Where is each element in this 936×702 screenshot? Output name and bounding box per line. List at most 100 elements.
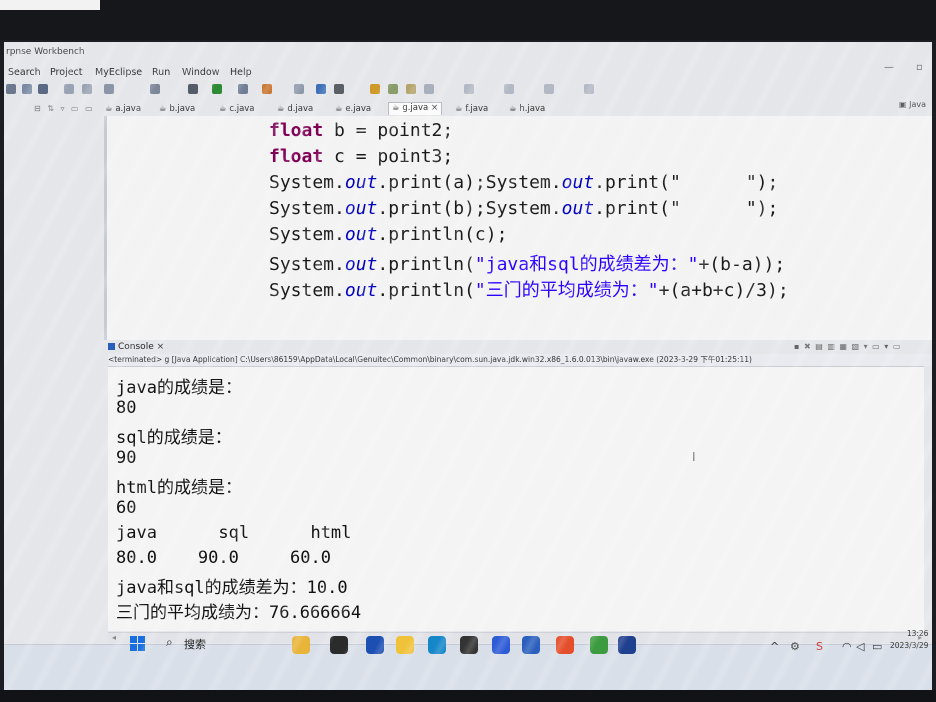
chevron-up-icon[interactable]: ^	[770, 640, 779, 653]
clock-time: 13:26	[906, 629, 929, 638]
taskbar-camera-icon[interactable]	[330, 636, 348, 654]
tray-app-icon[interactable]: ⚙	[790, 640, 800, 653]
text-cursor-icon: I	[692, 450, 696, 464]
code-line: System.out.println("java和sql的成绩差为："+(b-a…	[269, 250, 785, 276]
window-title: rpnse Workbench	[6, 47, 85, 57]
tool-icon[interactable]	[406, 84, 416, 94]
tab-c-java[interactable]: ☕ c.java	[216, 104, 258, 116]
tab-label: c.java	[229, 104, 255, 114]
tool-icon[interactable]	[316, 84, 326, 94]
taskbar-word-icon[interactable]	[522, 636, 540, 654]
code-token: .println(	[377, 280, 475, 301]
console-line: java sql html	[116, 523, 352, 543]
taskbar-clock[interactable]: 13:26 2023/3/29	[890, 628, 928, 652]
menu-run[interactable]: Run	[152, 67, 170, 78]
code-line: float b = point2;	[269, 120, 453, 141]
print-icon[interactable]	[38, 84, 48, 94]
background-paper	[0, 0, 100, 10]
menu-myeclipse[interactable]: MyEclipse	[95, 67, 142, 78]
tab-e-java[interactable]: ☕ e.java	[332, 104, 374, 116]
taskbar-edge-icon[interactable]	[428, 636, 446, 654]
tab-b-java[interactable]: ☕ b.java	[156, 104, 198, 116]
code-token: .print(a);System.	[377, 172, 562, 193]
tool-icon[interactable]	[104, 84, 114, 94]
menu-project[interactable]: Project	[50, 67, 83, 78]
tool-icon[interactable]	[150, 84, 160, 94]
run-icon[interactable]	[212, 84, 222, 94]
volume-icon[interactable]: ◁	[856, 640, 864, 653]
tool-icon[interactable]	[294, 84, 304, 94]
tray-s-icon[interactable]: S	[816, 640, 823, 653]
code-token: b = point2;	[323, 120, 454, 141]
debug-icon[interactable]	[188, 84, 198, 94]
minimize-icon[interactable]: —	[884, 62, 894, 73]
scroll-left-icon[interactable]: ◂	[112, 633, 116, 642]
console-line: 60	[116, 498, 137, 518]
close-console-icon[interactable]: ×	[157, 342, 165, 352]
taskbar-store-icon[interactable]	[366, 636, 384, 654]
code-token: +(b-a));	[698, 254, 786, 275]
taskbar-search[interactable]: ⌕ 搜索	[162, 633, 272, 653]
code-editor[interactable]: float b = point2; float c = point3; System…	[104, 116, 932, 340]
tab-d-java[interactable]: ☕ d.java	[274, 104, 316, 116]
console-line: html的成绩是：	[116, 478, 242, 498]
view-controls[interactable]: ⊟ ⇅ ▿ ▭ ▭	[34, 104, 95, 113]
console-line: 80.0 90.0 60.0	[116, 548, 331, 568]
tool-icon[interactable]	[424, 84, 434, 94]
code-token: out	[344, 172, 378, 193]
taskbar-pen-app-icon[interactable]	[618, 636, 636, 654]
taskbar-tree-app-icon[interactable]	[590, 636, 608, 654]
taskbar-app-dark-icon[interactable]	[460, 636, 478, 654]
clock-date: 2023/3/29	[890, 641, 929, 650]
perspective-label: Java	[909, 100, 926, 109]
tab-h-java[interactable]: ☕ h.java	[506, 104, 548, 116]
code-token: float	[269, 120, 324, 141]
tool-icon[interactable]	[388, 84, 398, 94]
console-output[interactable]: java的成绩是： 80 sql的成绩是： 90 html的成绩是： 60 java sql…	[108, 366, 924, 631]
taskbar-file-explorer-icon[interactable]	[292, 636, 310, 654]
tool-icon[interactable]	[464, 84, 474, 94]
taskbar-myeclipse-icon[interactable]	[492, 636, 510, 654]
menu-search[interactable]: Search	[8, 67, 41, 78]
back-icon[interactable]	[544, 84, 554, 94]
external-tool-icon[interactable]	[262, 84, 272, 94]
restore-icon[interactable]: ▫	[916, 62, 923, 73]
close-tab-icon[interactable]: ×	[431, 103, 438, 113]
console-tab[interactable]: Console ×	[108, 342, 164, 352]
code-token: c = point3;	[323, 146, 454, 167]
code-token: System.	[269, 224, 345, 245]
perspective-java[interactable]: ▣ Java	[899, 100, 926, 109]
tab-g-java[interactable]: ☕ g.java ×	[388, 102, 443, 115]
code-token: out	[344, 198, 378, 219]
code-token: .println(c);	[377, 224, 508, 245]
tool-icon[interactable]	[82, 84, 92, 94]
code-token: float	[269, 146, 324, 167]
tab-f-java[interactable]: ☕ f.java	[452, 104, 491, 116]
tool-icon[interactable]	[238, 84, 248, 94]
menu-window[interactable]: Window	[182, 67, 219, 78]
console-line: 90	[116, 448, 137, 468]
code-token: System.	[269, 172, 345, 193]
taskbar-chrome-icon[interactable]	[556, 636, 574, 654]
forward-icon[interactable]	[584, 84, 594, 94]
tool-icon[interactable]	[504, 84, 514, 94]
new-icon[interactable]	[6, 84, 16, 94]
code-line: System.out.print(b);System.out.print(" "…	[269, 198, 778, 219]
console-line: 80	[116, 398, 137, 418]
tool-icon[interactable]	[64, 84, 74, 94]
console-toolbar[interactable]: ▪ ✖ ▤ ▥ ▦ ▧ ▾ ▭ ▾ ▭	[794, 342, 901, 351]
save-icon[interactable]	[22, 84, 32, 94]
tool-icon[interactable]	[334, 84, 344, 94]
taskbar-folder-icon[interactable]	[396, 636, 414, 654]
wifi-icon[interactable]: ◠	[842, 640, 852, 653]
menu-help[interactable]: Help	[230, 67, 252, 78]
console-line: 三门的平均成绩为：76.666664	[116, 603, 362, 623]
open-type-icon[interactable]	[370, 84, 380, 94]
tab-label: b.java	[169, 104, 196, 114]
tab-label: h.java	[519, 104, 546, 114]
menu-bar: Search Project MyEclipse Run Window Help	[4, 62, 932, 80]
battery-icon[interactable]: ▭	[872, 640, 882, 653]
tab-a-java[interactable]: ☕ a.java	[102, 104, 144, 116]
start-button[interactable]	[130, 636, 145, 651]
code-token: out	[344, 254, 378, 275]
